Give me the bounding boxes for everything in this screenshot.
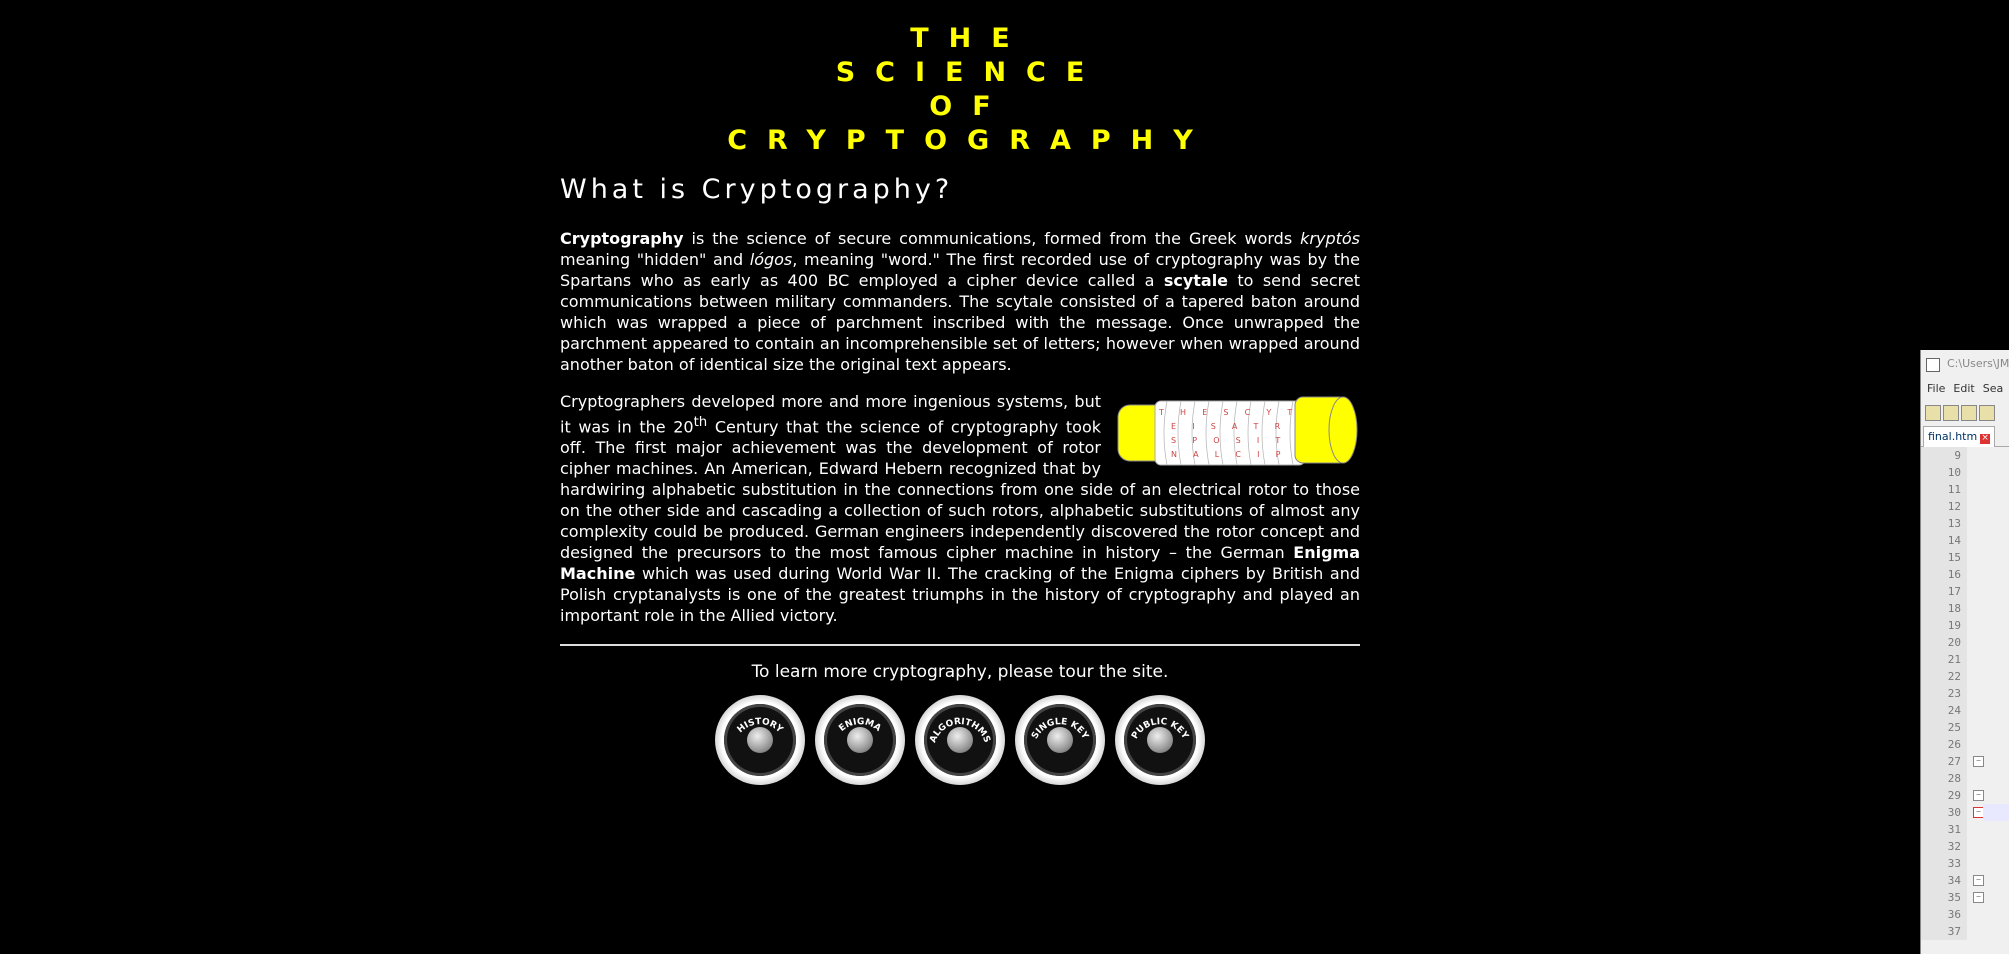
text-run: is the science of secure communications,… [683,229,1301,248]
editor-titlebar[interactable]: C:\Users\JM [1921,350,2009,378]
line-number-text: 30 [1947,806,1961,819]
title-line: OF [929,91,1011,122]
nav-public-key-button[interactable]: PUBLIC KEY [1115,695,1205,786]
tour-text: To learn more cryptography, please tour … [751,662,1169,683]
menu-edit[interactable]: Edit [1953,382,1974,395]
menu-file[interactable]: File [1927,382,1945,395]
nav-label: ALGORITHMS [928,717,991,744]
line-number: − 35 [1921,889,1984,906]
line-number: 21 [1947,653,1961,666]
open-folder-icon[interactable] [1943,405,1959,421]
fold-toggle-icon[interactable]: − [1973,875,1984,886]
title-line: CRYPTOGRAPHY [727,125,1213,156]
main-content: What is Cryptography? Cryptography is th… [560,170,1360,786]
save-all-icon[interactable] [1979,405,1995,421]
tab-label: final.htm [1928,430,1978,443]
term-logos: lógos [749,250,793,269]
nav-label: SINGLE KEY [1030,717,1090,741]
nav-label: HISTORY [736,717,785,735]
line-number: 25 [1947,721,1961,734]
line-number: 14 [1947,534,1961,547]
line-number: 31 [1947,823,1961,836]
nav-history-button[interactable]: HISTORY [715,695,805,786]
text-run: meaning "hidden" and [560,250,750,269]
line-number: 37 [1947,925,1961,938]
line-number: 20 [1947,636,1961,649]
editor-window[interactable]: C:\Users\JM File Edit Sea final.htm × 9 10 11… [1920,350,2009,954]
editor-menubar: File Edit Sea [1921,378,2009,400]
save-icon[interactable] [1961,405,1977,421]
line-number-text: 34 [1947,874,1961,887]
line-number-gutter: 9 10 11 12 13 14 15 16 17 18 19 20 21 22 23 24 25 26 − 27 28… [1921,447,1984,940]
line-number: 12 [1947,500,1961,513]
line-number: − 29 [1921,787,1984,804]
line-number: 10 [1947,466,1961,479]
line-number: 28 [1947,772,1961,785]
site-title: THE SCIENCE OF CRYPTOGRAPHY [560,22,1360,158]
title-line: SCIENCE [835,57,1105,88]
line-number: 17 [1947,585,1961,598]
line-number: 24 [1947,704,1961,717]
text-run: which was used during World War II. The … [560,564,1360,626]
nav-label: ENIGMA [837,717,882,734]
line-number: − 34 [1921,872,1984,889]
intro-paragraph: Cryptography is the science of secure co… [560,228,1360,375]
line-number: 15 [1947,551,1961,564]
nav-single-key-button[interactable]: SINGLE KEY [1015,695,1105,786]
line-number: 11 [1947,483,1961,496]
nav-label: PUBLIC KEY [1130,717,1190,741]
app-icon [1926,358,1940,372]
page-heading: What is Cryptography? [560,174,954,205]
scytale-image: T H E S C Y T A L E I S A T R A N S P O … [1117,396,1358,466]
line-number: 19 [1947,619,1961,632]
tab-final-htm[interactable]: final.htm × [1923,426,1996,447]
fold-toggle-icon[interactable]: − [1973,790,1984,801]
term-scytale: scytale [1163,271,1229,290]
superscript: th [693,415,708,430]
line-number: 23 [1947,687,1961,700]
title-line: THE [910,23,1030,54]
line-number: 32 [1947,840,1961,853]
fold-toggle-icon[interactable]: − [1973,756,1984,767]
term-kryptos: kryptós [1300,229,1360,248]
line-number: 9 [1954,449,1961,462]
line-number-text: 35 [1947,891,1961,904]
fold-toggle-icon[interactable]: − [1973,892,1984,903]
term-cryptography: Cryptography [560,229,684,248]
editor-body[interactable]: 9 10 11 12 13 14 15 16 17 18 19 20 21 22 23 24 25 26 − 27 28… [1921,447,2009,940]
menu-search[interactable]: Sea [1983,382,2004,395]
line-number: 18 [1947,602,1961,615]
nav-dials: HISTORY ENIGMA ALGORITHMS SINGLE KEY PUB… [560,695,1360,786]
line-number: 22 [1947,670,1961,683]
line-number: − 27 [1921,753,1984,770]
line-number: 16 [1947,568,1961,581]
new-file-icon[interactable] [1925,405,1941,421]
current-line-highlight [1983,804,2009,821]
editor-title: C:\Users\JM [1947,357,2009,370]
line-number: 33 [1947,857,1961,870]
line-number: 36 [1947,908,1961,921]
line-number: 26 [1947,738,1961,751]
line-number-text: 29 [1947,789,1961,802]
line-number-text: 27 [1947,755,1961,768]
nav-algorithms-button[interactable]: ALGORITHMS [915,695,1005,786]
nav-enigma-button[interactable]: ENIGMA [815,695,905,786]
close-tab-icon[interactable]: × [1980,434,1991,444]
editor-tabbar: final.htm × [1921,424,2009,447]
editor-toolbar [1921,400,2009,424]
line-number: 13 [1947,517,1961,530]
divider [560,644,1360,647]
line-number: −30 [1921,804,1984,821]
